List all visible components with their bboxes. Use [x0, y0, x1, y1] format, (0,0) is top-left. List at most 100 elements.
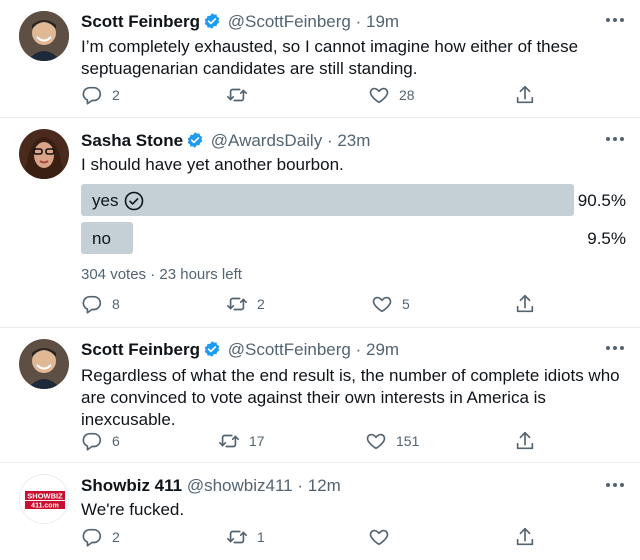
author-name[interactable]: Showbiz 411 [81, 476, 182, 495]
retweet-count: 1 [257, 529, 265, 545]
tweet-actions: 8 2 5 [81, 293, 561, 315]
poll-bar [81, 184, 574, 216]
tweet-header: Scott Feinberg @ScottFeinberg · 29m [81, 340, 399, 360]
like-button[interactable]: 151 [365, 430, 419, 452]
poll-time-left: 23 hours left [159, 266, 242, 283]
timestamp[interactable]: 29m [366, 340, 399, 359]
separator: · [297, 476, 304, 495]
like-icon [365, 430, 387, 452]
like-icon [368, 526, 390, 548]
more-options-icon[interactable] [606, 480, 626, 490]
tweet-actions: 6 17 151 [81, 430, 561, 452]
poll-option-label: no [92, 229, 111, 248]
share-icon [514, 293, 536, 315]
retweet-icon [226, 84, 248, 106]
like-count: 151 [396, 433, 420, 449]
reply-button[interactable]: 2 [81, 84, 120, 106]
retweet-count: 2 [257, 296, 265, 312]
more-options-icon[interactable] [606, 343, 626, 353]
author-handle[interactable]: @ScottFeinberg [228, 340, 351, 359]
verified-badge-icon [203, 12, 221, 30]
tweet-header: Scott Feinberg @ScottFeinberg · 19m [81, 12, 399, 32]
more-options-icon[interactable] [606, 15, 626, 25]
tweet-4[interactable]: SHOWBIZ 411.com Showbiz 411 @showbiz411 … [0, 463, 640, 560]
retweet-icon [218, 430, 240, 452]
share-button[interactable] [514, 293, 545, 315]
author-handle[interactable]: @showbiz411 [187, 476, 293, 495]
tweet-text: We're fucked. [81, 500, 185, 519]
check-circle-icon [125, 191, 144, 211]
tweet-header: Sasha Stone @AwardsDaily · 23m [81, 131, 370, 151]
timestamp[interactable]: 12m [308, 476, 341, 495]
tweet-1[interactable]: Scott Feinberg @ScottFeinberg · 19m I’m … [0, 0, 640, 118]
poll-option-percent: 9.5% [587, 229, 626, 248]
poll-option-label-wrap: no [92, 229, 111, 249]
retweet-icon [226, 293, 248, 315]
author-name[interactable]: Scott Feinberg [81, 12, 200, 31]
like-icon [368, 84, 390, 106]
logo-text: 411.com [31, 503, 59, 510]
retweet-icon [226, 526, 248, 548]
retweet-button[interactable]: 17 [218, 430, 265, 452]
like-button[interactable]: 28 [368, 84, 415, 106]
tweet-2[interactable]: Sasha Stone @AwardsDaily · 23m I should … [0, 118, 640, 328]
share-button[interactable] [514, 526, 545, 548]
author-name[interactable]: Scott Feinberg [81, 340, 200, 359]
reply-button[interactable]: 6 [81, 430, 120, 452]
share-button[interactable] [514, 84, 545, 106]
poll-votes: 304 votes [81, 266, 147, 283]
profile-photo-icon [19, 129, 69, 179]
tweet-actions: 2 1 [81, 526, 561, 548]
retweet-button[interactable]: 2 [226, 293, 265, 315]
poll-option-yes[interactable]: yes 90.5% [81, 184, 626, 216]
avatar[interactable] [19, 339, 69, 389]
reply-icon [81, 84, 103, 106]
tweet-actions: 2 28 [81, 84, 561, 106]
retweet-count: 17 [249, 433, 265, 449]
timestamp[interactable]: 23m [337, 131, 370, 150]
reply-button[interactable]: 2 [81, 526, 120, 548]
poll-option-no[interactable]: no 9.5% [81, 222, 626, 254]
tweet-header: Showbiz 411 @showbiz411 · 12m [81, 476, 341, 496]
retweet-button[interactable]: 1 [226, 526, 265, 548]
verified-badge-icon [203, 340, 221, 358]
logo-text: SHOWBIZ [27, 492, 63, 501]
avatar[interactable] [19, 129, 69, 179]
profile-photo-icon [19, 11, 69, 61]
tweet-text: Regardless of what the end result is, th… [81, 366, 620, 429]
reply-icon [81, 293, 103, 315]
reply-count: 6 [112, 433, 120, 449]
share-icon [514, 430, 536, 452]
reply-icon [81, 430, 103, 452]
share-icon [514, 84, 536, 106]
like-button[interactable] [368, 526, 399, 548]
timestamp[interactable]: 19m [366, 12, 399, 31]
avatar[interactable]: SHOWBIZ 411.com [19, 474, 69, 524]
profile-photo-icon [19, 339, 69, 389]
like-button[interactable]: 5 [371, 293, 410, 315]
avatar[interactable] [19, 11, 69, 61]
retweet-button[interactable] [226, 84, 257, 106]
poll-option-label-wrap: yes [92, 191, 144, 211]
tweet-text: I’m completely exhausted, so I cannot im… [81, 37, 579, 78]
author-name[interactable]: Sasha Stone [81, 131, 183, 150]
tweet-3[interactable]: Scott Feinberg @ScottFeinberg · 29m Rega… [0, 328, 640, 463]
like-icon [371, 293, 393, 315]
poll-meta: 304 votes · 23 hours left [81, 266, 242, 283]
poll-option-label: yes [92, 191, 119, 210]
author-handle[interactable]: @AwardsDaily [211, 131, 322, 150]
poll-option-percent: 90.5% [577, 191, 626, 210]
reply-count: 2 [112, 529, 120, 545]
like-count: 28 [399, 87, 415, 103]
author-handle[interactable]: @ScottFeinberg [228, 12, 351, 31]
more-options-icon[interactable] [606, 134, 626, 144]
reply-button[interactable]: 8 [81, 293, 120, 315]
separator: · [150, 266, 156, 283]
showbiz-logo-icon: SHOWBIZ 411.com [20, 475, 68, 523]
reply-count: 8 [112, 296, 120, 312]
reply-icon [81, 526, 103, 548]
share-icon [514, 526, 536, 548]
tweet-text: I should have yet another bourbon. [81, 155, 344, 174]
share-button[interactable] [514, 430, 545, 452]
separator: · [326, 131, 333, 150]
